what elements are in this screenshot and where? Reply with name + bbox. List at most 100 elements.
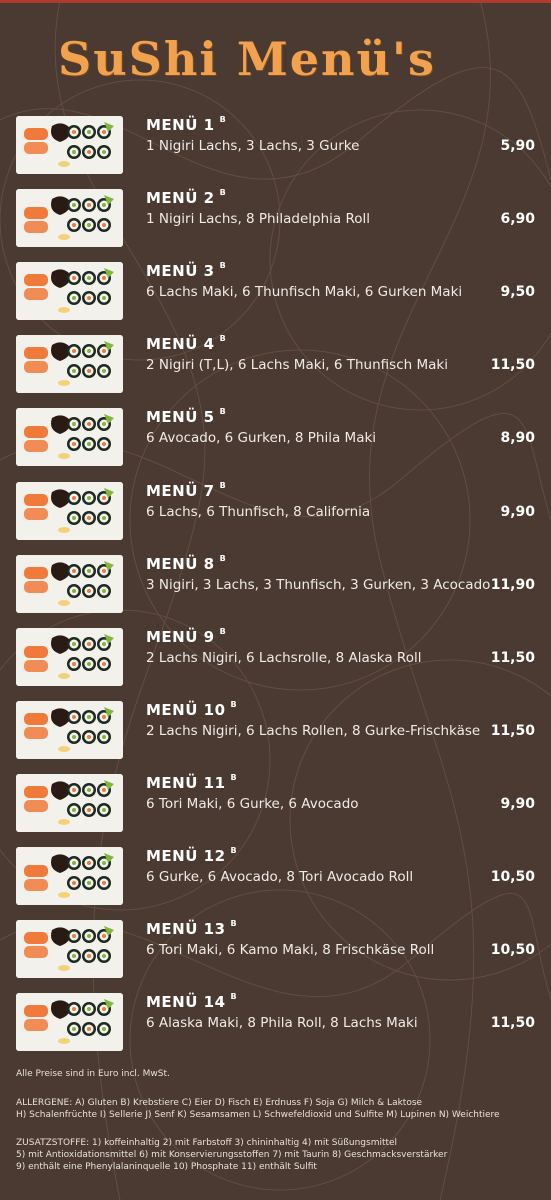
menu-item-title: MENÜ 11 (146, 774, 226, 792)
allergen-marker: B (230, 992, 238, 1001)
menu-item: MENÜ 11 B 6 Tori Maki, 6 Gurke, 6 Avocado 9… (0, 773, 551, 834)
menu-item-title: MENÜ 3 (146, 262, 215, 280)
menu-item: MENÜ 1 B 1 Nigiri Lachs, 3 Lachs, 3 Gurke 5… (0, 115, 551, 176)
sushi-photo (16, 847, 123, 905)
menu-item-title: MENÜ 9 (146, 628, 215, 646)
menu-item: MENÜ 8 B 3 Nigiri, 3 Lachs, 3 Thunfisch, 3… (0, 554, 551, 615)
menu-item: MENÜ 2 B 1 Nigiri Lachs, 8 Philadelphia Ro… (0, 188, 551, 249)
allergen-marker: B (219, 554, 227, 563)
menu-item-name: MENÜ 10 B (146, 700, 238, 719)
sushi-photo (16, 701, 123, 759)
menu-item-description: 6 Avocado, 6 Gurken, 8 Phila Maki (146, 430, 377, 446)
allergen-marker: B (219, 115, 227, 124)
additives-line: 5) mit Antioxidationsmittel 6) mit Konse… (16, 1150, 448, 1160)
menu-item-price: 9,90 (500, 796, 535, 812)
menu-item-name: MENÜ 14 B (146, 992, 238, 1011)
menu-item-description: 2 Nigiri (T,L), 6 Lachs Maki, 6 Thunfisc… (146, 357, 448, 373)
menu-item-description: 2 Lachs Nigiri, 6 Lachs Rollen, 8 Gurke-… (146, 723, 481, 739)
menu-item-name: MENÜ 9 B (146, 627, 227, 646)
menu-item-price: 5,90 (500, 138, 535, 154)
allergens-legend: ALLERGENE: A) Gluten B) Krebstiere C) Ei… (16, 1097, 536, 1121)
menu-item-name: MENÜ 7 B (146, 481, 227, 500)
menu-item-description: 6 Tori Maki, 6 Gurke, 6 Avocado (146, 796, 359, 812)
allergen-marker: B (219, 407, 227, 416)
additives-line: 9) enthält eine Phenylalaninquelle 10) P… (16, 1162, 317, 1172)
menu-item: MENÜ 14 B 6 Alaska Maki, 8 Phila Roll, 8 L… (0, 992, 551, 1053)
menu-item-title: MENÜ 4 (146, 335, 215, 353)
allergen-marker: B (219, 481, 227, 490)
menu-item: MENÜ 5 B 6 Avocado, 6 Gurken, 8 Phila Maki… (0, 407, 551, 468)
sushi-photo (16, 993, 123, 1051)
prices-note: Alle Preise sind in Euro incl. MwSt. (16, 1069, 170, 1079)
menu-item-name: MENÜ 5 B (146, 407, 227, 426)
menu-item-price: 8,90 (500, 430, 535, 446)
menu-item-price: 11,50 (490, 723, 535, 739)
sushi-photo (16, 482, 123, 540)
menu-item-description: 6 Lachs, 6 Thunfisch, 8 California (146, 504, 371, 520)
menu-item-description: 2 Lachs Nigiri, 6 Lachsrolle, 8 Alaska R… (146, 650, 422, 666)
sushi-photo (16, 408, 123, 466)
menu-item-name: MENÜ 4 B (146, 334, 227, 353)
sushi-photo (16, 628, 123, 686)
allergen-marker: B (219, 334, 227, 343)
menu-item-title: MENÜ 14 (146, 993, 226, 1011)
menu-title: SuShi Menü's (58, 32, 436, 86)
menu-item-title: MENÜ 2 (146, 189, 215, 207)
allergen-marker: B (219, 261, 227, 270)
allergens-line: ALLERGENE: A) Gluten B) Krebstiere C) Ei… (16, 1098, 423, 1108)
menu-item-name: MENÜ 12 B (146, 846, 238, 865)
menu-item-name: MENÜ 1 B (146, 115, 227, 134)
menu-item: MENÜ 12 B 6 Gurke, 6 Avocado, 8 Tori Avoca… (0, 846, 551, 907)
menu-item-name: MENÜ 11 B (146, 773, 238, 792)
allergen-marker: B (230, 700, 238, 709)
sushi-photo (16, 116, 123, 174)
menu-item: MENÜ 4 B 2 Nigiri (T,L), 6 Lachs Maki, 6 T… (0, 334, 551, 395)
sushi-photo (16, 189, 123, 247)
menu-item-name: MENÜ 2 B (146, 188, 227, 207)
additives-line: ZUSATZSTOFFE: 1) koffeinhaltig 2) mit Fa… (16, 1138, 398, 1148)
allergen-marker: B (230, 846, 238, 855)
menu-item-description: 6 Tori Maki, 6 Kamo Maki, 8 Frischkäse R… (146, 942, 435, 958)
menu-item-price: 9,50 (500, 284, 535, 300)
menu-item: MENÜ 9 B 2 Lachs Nigiri, 6 Lachsrolle, 8 A… (0, 627, 551, 688)
menu-item-title: MENÜ 13 (146, 920, 226, 938)
menu-item-description: 1 Nigiri Lachs, 8 Philadelphia Roll (146, 211, 370, 227)
menu-item-price: 9,90 (500, 504, 535, 520)
allergen-marker: B (230, 773, 238, 782)
menu-item: MENÜ 13 B 6 Tori Maki, 6 Kamo Maki, 8 Fris… (0, 919, 551, 980)
menu-item-title: MENÜ 7 (146, 482, 215, 500)
allergen-marker: B (219, 627, 227, 636)
menu-item-description: 6 Gurke, 6 Avocado, 8 Tori Avocado Roll (146, 869, 414, 885)
menu-item-price: 11,50 (490, 650, 535, 666)
sushi-photo (16, 774, 123, 832)
menu-item-description: 3 Nigiri, 3 Lachs, 3 Thunfisch, 3 Gurken… (146, 577, 491, 593)
menu-item-price: 11,50 (490, 357, 535, 373)
menu-item-description: 1 Nigiri Lachs, 3 Lachs, 3 Gurke (146, 138, 360, 154)
menu-item-title: MENÜ 8 (146, 555, 215, 573)
menu-item-price: 11,50 (490, 1015, 535, 1031)
sushi-photo (16, 262, 123, 320)
menu-item-name: MENÜ 8 B (146, 554, 227, 573)
menu-item-price: 11,90 (490, 577, 535, 593)
menu-item-price: 6,90 (500, 211, 535, 227)
menu-item: MENÜ 3 B 6 Lachs Maki, 6 Thunfisch Maki, 6… (0, 261, 551, 322)
menu-item-title: MENÜ 12 (146, 847, 226, 865)
menu-item: MENÜ 10 B 2 Lachs Nigiri, 6 Lachs Rollen, … (0, 700, 551, 761)
menu-item-name: MENÜ 3 B (146, 261, 227, 280)
allergen-marker: B (230, 919, 238, 928)
menu-item-description: 6 Lachs Maki, 6 Thunfisch Maki, 6 Gurken… (146, 284, 463, 300)
additives-legend: ZUSATZSTOFFE: 1) koffeinhaltig 2) mit Fa… (16, 1137, 536, 1173)
allergens-line: H) Schalenfrüchte I) Sellerie J) Senf K)… (16, 1110, 500, 1120)
sushi-photo (16, 335, 123, 393)
sushi-photo (16, 920, 123, 978)
allergen-marker: B (219, 188, 227, 197)
sushi-photo (16, 555, 123, 613)
menu-item-price: 10,50 (490, 942, 535, 958)
menu-item-title: MENÜ 5 (146, 408, 215, 426)
menu-item-description: 6 Alaska Maki, 8 Phila Roll, 8 Lachs Mak… (146, 1015, 418, 1031)
menu-item-title: MENÜ 1 (146, 116, 215, 134)
menu-item: MENÜ 7 B 6 Lachs, 6 Thunfisch, 8 Californi… (0, 481, 551, 542)
menu-item-title: MENÜ 10 (146, 701, 226, 719)
menu-item-price: 10,50 (490, 869, 535, 885)
menu-item-name: MENÜ 13 B (146, 919, 238, 938)
